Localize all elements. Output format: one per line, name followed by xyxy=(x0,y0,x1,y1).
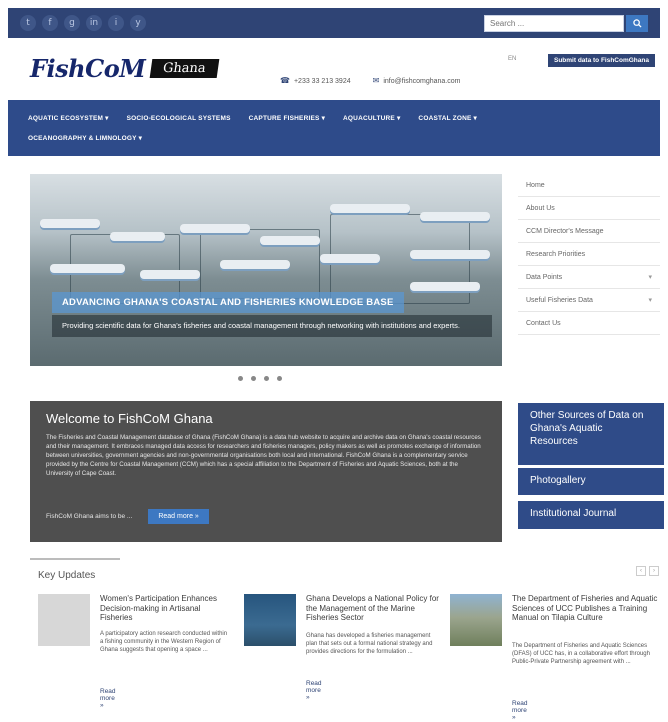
search-button[interactable] xyxy=(626,14,648,32)
contact-info: ☎ +233 33 213 3924 ✉ info@fishcomghana.com xyxy=(280,76,460,85)
photogallery-link[interactable]: Photogallery xyxy=(518,468,664,495)
slider-dots xyxy=(238,376,282,381)
update-read-more[interactable]: Read more » xyxy=(100,688,116,709)
phone-number: +233 33 213 3924 xyxy=(293,78,351,85)
welcome-body: The Fisheries and Coastal Management dat… xyxy=(46,434,481,477)
chevron-down-icon: ▾ xyxy=(648,297,652,304)
linkedin-icon[interactable]: in xyxy=(86,15,102,31)
side-item-label: Data Points xyxy=(526,273,563,281)
slide-title: ADVANCING GHANA'S COASTAL AND FISHERIES … xyxy=(52,292,404,313)
side-item-directors-message[interactable]: CCM Director's Message xyxy=(518,220,660,243)
phone-contact: ☎ +233 33 213 3924 xyxy=(280,76,351,85)
update-read-more[interactable]: Read more » xyxy=(306,680,322,701)
side-item-label: Useful Fisheries Data xyxy=(526,296,593,304)
update-description: The Department of Fisheries and Aquatic … xyxy=(512,643,650,666)
site-logo[interactable]: FishCoM Ghana xyxy=(30,54,220,83)
welcome-heading: Welcome to FishCoM Ghana xyxy=(46,411,213,426)
submit-data-button[interactable]: Submit data to FishComGhana xyxy=(548,54,655,67)
email-address[interactable]: info@fishcomghana.com xyxy=(383,78,460,85)
instagram-icon[interactable]: i xyxy=(108,15,124,31)
other-sources-link[interactable]: Other Sources of Data on Ghana's Aquatic… xyxy=(518,403,664,465)
side-item-label: Research Priorities xyxy=(526,250,586,258)
institutional-journal-link[interactable]: Institutional Journal xyxy=(518,501,664,529)
logo-badge: Ghana xyxy=(149,59,220,78)
side-item-home[interactable]: Home xyxy=(518,174,660,197)
welcome-footer: FishCoM Ghana aims to be ... Read more » xyxy=(46,509,209,524)
language-selector[interactable]: EN xyxy=(508,56,516,62)
side-item-label: About Us xyxy=(526,204,555,212)
update-thumbnail[interactable] xyxy=(450,594,502,646)
envelope-icon: ✉ xyxy=(372,76,380,85)
read-more-button[interactable]: Read more » xyxy=(148,509,209,524)
nav-oceanography-limnology[interactable]: OCEANOGRAPHY & LIMNOLOGY ▾ xyxy=(28,134,142,142)
chevron-down-icon: ▾ xyxy=(648,274,652,281)
youtube-icon[interactable]: y xyxy=(130,15,146,31)
email-contact[interactable]: ✉ info@fishcomghana.com xyxy=(373,76,461,85)
key-updates-title: Key Updates xyxy=(38,570,96,581)
twitter-icon[interactable]: t xyxy=(20,15,36,31)
side-item-research-priorities[interactable]: Research Priorities xyxy=(518,243,660,266)
update-title[interactable]: Women's Participation Enhances Decision-… xyxy=(100,594,230,623)
top-bar: t f g in i y xyxy=(8,8,660,38)
update-title[interactable]: The Department of Fisheries and Aquatic … xyxy=(512,594,662,623)
phone-icon: ☎ xyxy=(280,76,290,85)
slider-dot[interactable] xyxy=(238,376,243,381)
nav-socio-ecological-systems[interactable]: SOCIO-ECOLOGICAL SYSTEMS xyxy=(127,115,231,122)
update-thumbnail[interactable] xyxy=(244,594,296,646)
update-description: A participatory action research conducte… xyxy=(100,631,228,654)
welcome-footer-text: FishCoM Ghana aims to be ... xyxy=(46,513,133,520)
slide-caption: Providing scientific data for Ghana's fi… xyxy=(52,315,492,338)
side-item-about-us[interactable]: About Us xyxy=(518,197,660,220)
nav-capture-fisheries[interactable]: CAPTURE FISHERIES ▾ xyxy=(249,114,325,122)
section-divider xyxy=(30,558,120,560)
carousel-controls: ‹ › xyxy=(636,566,659,576)
side-item-label: CCM Director's Message xyxy=(526,227,604,235)
update-description: Ghana has developed a fisheries manageme… xyxy=(306,633,433,656)
search-input[interactable] xyxy=(484,14,624,32)
logo-text: FishCoM xyxy=(30,54,146,83)
nav-row-2: OCEANOGRAPHY & LIMNOLOGY ▾ xyxy=(28,128,640,148)
slider-dot[interactable] xyxy=(277,376,282,381)
nav-row-1: AQUATIC ECOSYSTEM ▾ SOCIO-ECOLOGICAL SYS… xyxy=(28,108,640,128)
side-item-label: Contact Us xyxy=(526,319,561,327)
slider-dot[interactable] xyxy=(251,376,256,381)
search-icon xyxy=(632,18,642,28)
update-read-more[interactable]: Read more » xyxy=(512,700,528,721)
update-title[interactable]: Ghana Develops a National Policy for the… xyxy=(306,594,441,623)
side-menu: Home About Us CCM Director's Message Res… xyxy=(518,174,660,335)
social-links: t f g in i y xyxy=(20,15,146,31)
chevron-left-icon[interactable]: ‹ xyxy=(636,566,646,576)
main-nav: AQUATIC ECOSYSTEM ▾ SOCIO-ECOLOGICAL SYS… xyxy=(8,100,660,156)
slider-dot[interactable] xyxy=(264,376,269,381)
hero-slider[interactable]: ADVANCING GHANA'S COASTAL AND FISHERIES … xyxy=(30,174,502,366)
update-thumbnail[interactable] xyxy=(38,594,90,646)
nav-coastal-zone[interactable]: COASTAL ZONE ▾ xyxy=(418,114,477,122)
nav-aquaculture[interactable]: AQUACULTURE ▾ xyxy=(343,114,400,122)
side-item-data-points[interactable]: Data Points ▾ xyxy=(518,266,660,289)
chevron-right-icon[interactable]: › xyxy=(649,566,659,576)
google-plus-icon[interactable]: g xyxy=(64,15,80,31)
side-item-useful-data[interactable]: Useful Fisheries Data ▾ xyxy=(518,289,660,312)
search-bar xyxy=(484,14,648,32)
site-header: FishCoM Ghana ☎ +233 33 213 3924 ✉ info@fi… xyxy=(8,40,660,98)
nav-aquatic-ecosystem[interactable]: AQUATIC ECOSYSTEM ▾ xyxy=(28,114,109,122)
side-item-contact-us[interactable]: Contact Us xyxy=(518,312,660,335)
welcome-box: Welcome to FishCoM Ghana The Fisheries a… xyxy=(30,401,502,542)
side-item-label: Home xyxy=(526,181,545,189)
facebook-icon[interactable]: f xyxy=(42,15,58,31)
